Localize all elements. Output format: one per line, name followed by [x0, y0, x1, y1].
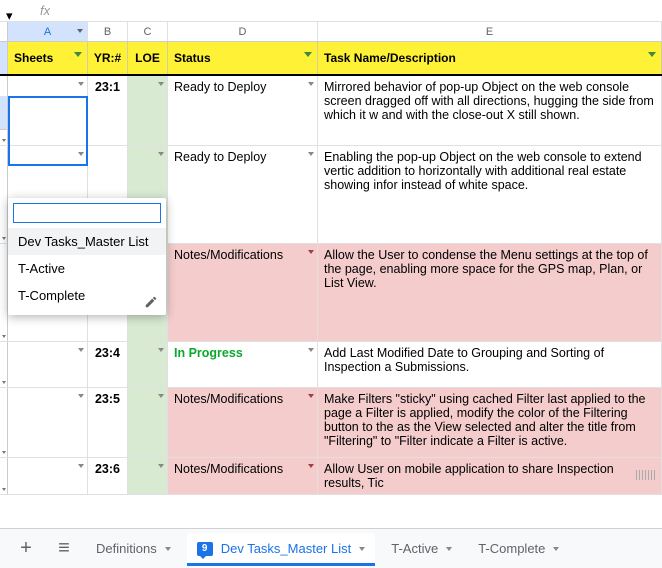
dropdown-caret-icon[interactable]	[158, 152, 164, 156]
dropdown-caret-icon[interactable]	[308, 394, 314, 398]
cell-sheets[interactable]	[8, 458, 88, 494]
dropdown-caret-icon[interactable]	[308, 464, 314, 468]
sheet-tabs: + ≡ Definitions 9 Dev Tasks_Master List …	[0, 528, 662, 568]
cell-status[interactable]: Notes/Modifications	[168, 458, 318, 494]
row-header[interactable]	[0, 458, 8, 494]
cell-sheets[interactable]	[8, 342, 88, 387]
dropdown-caret-icon[interactable]	[308, 348, 314, 352]
dv-option[interactable]: T-Complete	[8, 282, 166, 309]
chevron-down-icon	[2, 451, 6, 454]
dropdown-caret-icon[interactable]	[78, 464, 84, 468]
filter-icon[interactable]	[74, 52, 84, 62]
pencil-icon[interactable]	[144, 295, 158, 309]
cell-loe[interactable]	[128, 76, 168, 145]
cell-yr[interactable]: 23:5	[88, 388, 128, 457]
all-sheets-button[interactable]: ≡	[48, 535, 80, 563]
cell-status[interactable]: In Progress	[168, 342, 318, 387]
col-header-a[interactable]: A	[8, 22, 88, 41]
chevron-down-icon[interactable]	[446, 547, 452, 551]
table-header-row: Sheets YR:# LOE Status Task Name/Descrip…	[0, 42, 662, 76]
header-status[interactable]: Status	[168, 42, 318, 74]
comment-badge: 9	[197, 542, 213, 556]
col-header-c[interactable]: C	[128, 22, 168, 41]
row-header[interactable]	[0, 146, 8, 243]
name-box-caret[interactable]: ▾	[6, 8, 14, 14]
header-task[interactable]: Task Name/Description	[318, 42, 662, 74]
cell-status[interactable]: Ready to Deploy	[168, 146, 318, 243]
dropdown-caret-icon[interactable]	[308, 250, 314, 254]
table-row: 23:5 Notes/Modifications Make Filters "s…	[0, 388, 662, 458]
chevron-down-icon	[2, 488, 6, 491]
col-header-d[interactable]: D	[168, 22, 318, 41]
table-row: 23:4 In Progress Add Last Modified Date …	[0, 342, 662, 388]
cell-desc[interactable]: Enabling the pop-up Object on the web co…	[318, 146, 662, 243]
cell-yr[interactable]: 23:4	[88, 342, 128, 387]
dv-search-input[interactable]	[13, 203, 161, 223]
sheet-tab-definitions[interactable]: Definitions	[86, 533, 181, 565]
chevron-down-icon[interactable]	[165, 547, 171, 551]
dropdown-caret-icon[interactable]	[78, 394, 84, 398]
cell-loe[interactable]	[128, 388, 168, 457]
dropdown-caret-icon[interactable]	[78, 82, 84, 86]
row-header[interactable]	[0, 342, 8, 387]
sheet-tab-t-complete[interactable]: T-Complete	[468, 533, 569, 565]
row-header[interactable]	[0, 244, 8, 341]
dropdown-caret-icon[interactable]	[308, 152, 314, 156]
sheet-tab-dev-tasks[interactable]: 9 Dev Tasks_Master List	[187, 533, 376, 565]
header-loe[interactable]: LOE	[128, 42, 168, 74]
dropdown-caret-icon[interactable]	[158, 394, 164, 398]
cell-yr[interactable]: 23:1	[88, 76, 128, 145]
cell-loe[interactable]	[128, 458, 168, 494]
dv-option[interactable]: T-Active	[8, 255, 166, 282]
dv-option[interactable]: Dev Tasks_Master List	[8, 228, 166, 255]
header-yr[interactable]: YR:#	[88, 42, 128, 74]
cell-sheets[interactable]	[8, 388, 88, 457]
table-row: 23:6 Notes/Modifications Allow User on m…	[0, 458, 662, 495]
cell-status[interactable]: Notes/Modifications	[168, 388, 318, 457]
chevron-down-icon	[2, 335, 6, 338]
grid: Sheets YR:# LOE Status Task Name/Descrip…	[0, 42, 662, 520]
cell-desc[interactable]: Allow User on mobile application to shar…	[318, 458, 662, 494]
dropdown-caret-icon[interactable]	[308, 82, 314, 86]
column-headers: A B C D E	[0, 22, 662, 42]
formula-input[interactable]	[50, 3, 662, 18]
fx-label: fx	[40, 3, 50, 18]
filter-icon[interactable]	[304, 52, 314, 62]
header-sheets[interactable]: Sheets	[8, 42, 88, 74]
cell-desc[interactable]: Mirrored behavior of pop-up Object on th…	[318, 76, 662, 145]
cell-status[interactable]: Ready to Deploy	[168, 76, 318, 145]
col-header-b[interactable]: B	[88, 22, 128, 41]
col-header-e[interactable]: E	[318, 22, 662, 41]
chevron-down-icon	[2, 139, 6, 142]
cell-status[interactable]: Notes/Modifications	[168, 244, 318, 341]
cell-sheets[interactable]	[8, 76, 88, 145]
cell-yr[interactable]: 23:6	[88, 458, 128, 494]
chevron-down-icon[interactable]	[359, 547, 365, 551]
dropdown-caret-icon[interactable]	[158, 348, 164, 352]
chevron-down-icon[interactable]	[553, 547, 559, 551]
formula-bar: ▾ fx	[0, 0, 662, 22]
sheet-tab-t-active[interactable]: T-Active	[381, 533, 462, 565]
table-row: 23:1 Ready to Deploy Mirrored behavior o…	[0, 76, 662, 146]
dropdown-caret-icon[interactable]	[78, 152, 84, 156]
horizontal-scrollbar[interactable]	[636, 470, 656, 480]
row-header[interactable]	[0, 76, 8, 145]
add-sheet-button[interactable]: +	[10, 535, 42, 563]
dropdown-caret-icon[interactable]	[78, 348, 84, 352]
chevron-down-icon	[77, 29, 83, 33]
data-validation-dropdown: Dev Tasks_Master List T-Active T-Complet…	[8, 198, 166, 315]
select-all-corner[interactable]	[0, 22, 8, 41]
filter-icon[interactable]	[648, 52, 658, 62]
chevron-down-icon	[2, 381, 6, 384]
row-header[interactable]	[0, 388, 8, 457]
dropdown-caret-icon[interactable]	[158, 464, 164, 468]
cell-loe[interactable]	[128, 342, 168, 387]
chevron-down-icon	[2, 237, 6, 240]
cell-desc[interactable]: Make Filters "sticky" using cached Filte…	[318, 388, 662, 457]
cell-desc[interactable]: Allow the User to condense the Menu sett…	[318, 244, 662, 341]
cell-desc[interactable]: Add Last Modified Date to Grouping and S…	[318, 342, 662, 387]
dropdown-caret-icon[interactable]	[158, 82, 164, 86]
